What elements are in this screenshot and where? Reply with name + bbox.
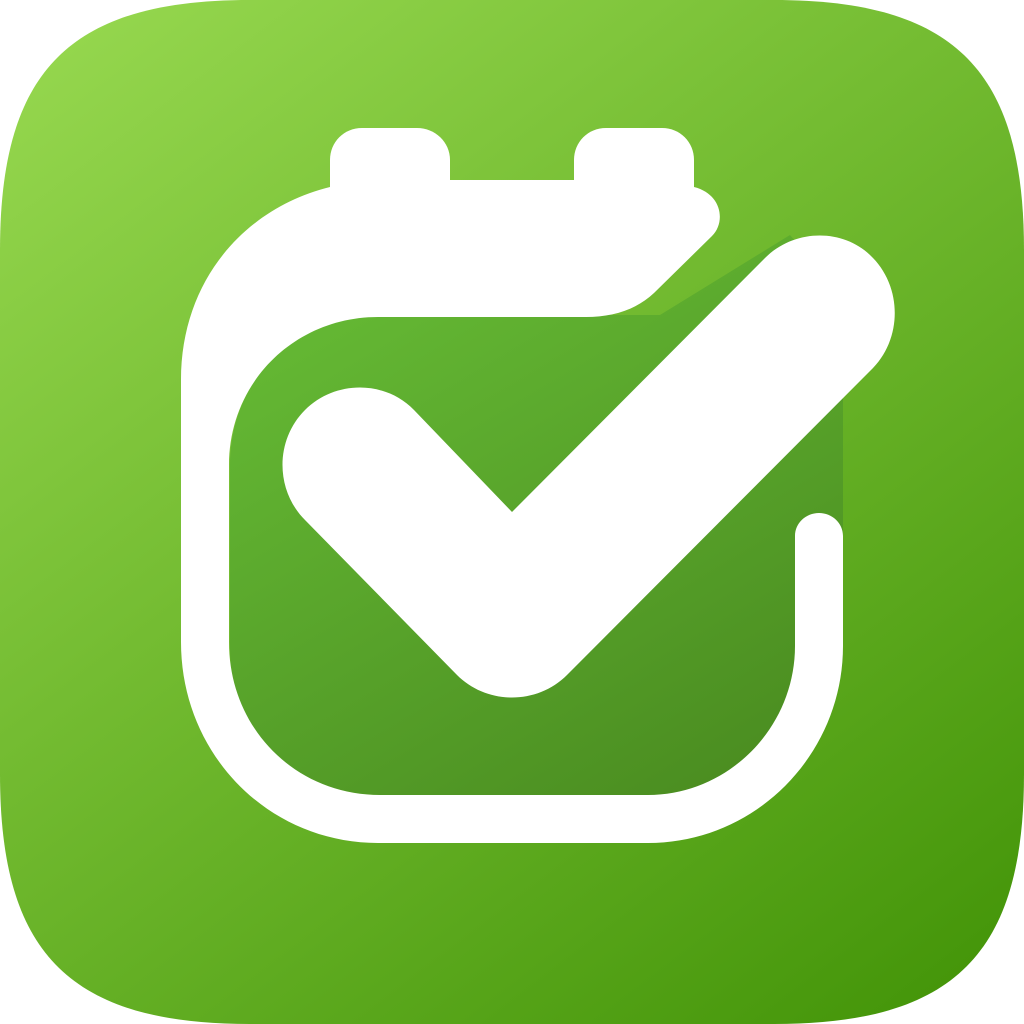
app-icon[interactable] bbox=[0, 0, 1024, 1024]
